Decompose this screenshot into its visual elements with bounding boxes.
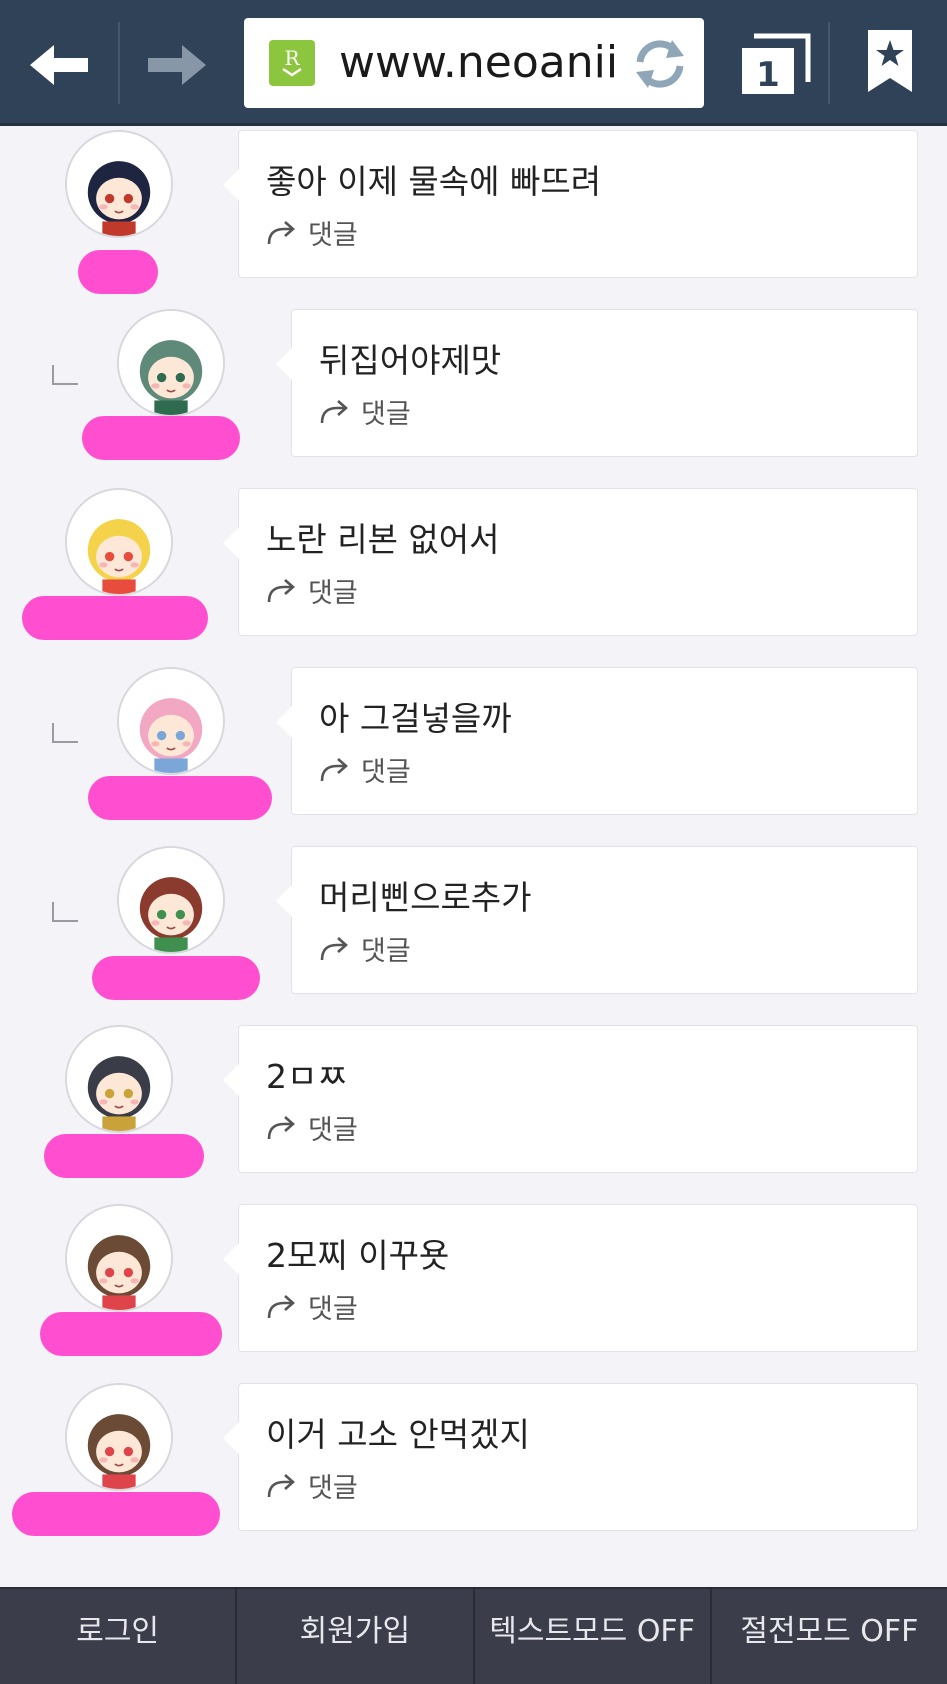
reply-label: 댓글 — [308, 220, 358, 251]
reply-button[interactable]: 댓글 — [266, 1287, 358, 1326]
comment-text: 좋아 이제 물속에 빠뜨려 — [266, 162, 602, 201]
reply-button[interactable]: 댓글 — [266, 1466, 358, 1505]
comment-bubble: 뒤집어야제맛댓글 — [276, 309, 918, 457]
url-text[interactable]: www.neoanii — [339, 36, 629, 90]
comment-bubble: 아 그걸넣을까댓글 — [276, 667, 918, 815]
reply-comment: 뒤집어야제맛댓글 — [0, 305, 947, 484]
rss-icon: R — [269, 40, 315, 86]
divider — [828, 22, 830, 104]
comment-text: 2ㅁㅉ — [266, 1057, 348, 1096]
comment-bubble: 좋아 이제 물속에 빠뜨려댓글 — [223, 130, 918, 278]
comment-text: 노란 리본 없어서 — [266, 520, 500, 559]
username-redaction — [78, 250, 158, 294]
reply-button[interactable]: 댓글 — [266, 213, 358, 252]
comment: 좋아 이제 물속에 빠뜨려댓글 — [0, 126, 947, 305]
username-redaction — [92, 956, 260, 1000]
comment-bubble: 2모찌 이꾸욧댓글 — [223, 1204, 918, 1352]
address-bar[interactable]: R www.neoanii — [244, 18, 704, 108]
username-redaction — [12, 1492, 220, 1536]
bottom-menu-bar: 로그인 회원가입 텍스트모드 OFF 절전모드 OFF — [0, 1587, 947, 1684]
comment-text: 뒤집어야제맛 — [319, 341, 502, 380]
reply-label: 댓글 — [308, 1473, 358, 1504]
reply-indent-icon — [52, 902, 78, 922]
back-arrow-icon — [30, 45, 88, 85]
reply-arrow-icon — [267, 578, 295, 602]
avatar[interactable] — [117, 846, 225, 954]
reply-label: 댓글 — [308, 1294, 358, 1325]
comment-text: 이거 고소 안먹겠지 — [266, 1415, 530, 1454]
reply-arrow-icon — [267, 1294, 295, 1318]
reply-button[interactable]: 댓글 — [319, 392, 411, 431]
reply-comment: 아 그걸넣을까댓글 — [0, 663, 947, 842]
reply-indent-icon — [52, 365, 78, 385]
browser-toolbar: R www.neoanii 1 — [0, 0, 947, 126]
bookmark-star-icon — [868, 30, 912, 92]
reply-comment: 머리삔으로추가댓글 — [0, 842, 947, 1021]
avatar[interactable] — [65, 488, 173, 596]
comment-text: 머리삔으로추가 — [319, 878, 532, 917]
comment-bubble: 머리삔으로추가댓글 — [276, 846, 918, 994]
divider — [118, 22, 120, 104]
signup-button[interactable]: 회원가입 — [237, 1589, 475, 1684]
avatar[interactable] — [65, 1204, 173, 1312]
username-redaction — [44, 1134, 204, 1178]
comment: 2모찌 이꾸욧댓글 — [0, 1200, 947, 1379]
reply-arrow-icon — [320, 399, 348, 423]
comment: 노란 리본 없어서댓글 — [0, 484, 947, 663]
avatar[interactable] — [117, 309, 225, 417]
reply-button[interactable]: 댓글 — [319, 929, 411, 968]
reply-label: 댓글 — [361, 399, 411, 430]
login-button[interactable]: 로그인 — [0, 1589, 238, 1684]
power-save-toggle[interactable]: 절전모드 OFF — [712, 1589, 947, 1684]
comment: 2ㅁㅉ 댓글 — [0, 1021, 947, 1200]
forward-arrow-icon — [148, 45, 206, 85]
refresh-icon[interactable] — [628, 32, 692, 96]
forward-button[interactable] — [126, 20, 226, 110]
reply-arrow-icon — [267, 1473, 295, 1497]
reply-button[interactable]: 댓글 — [266, 1108, 358, 1147]
reply-arrow-icon — [320, 936, 348, 960]
bookmark-button[interactable] — [858, 26, 922, 96]
back-button[interactable] — [10, 20, 110, 110]
comment-bubble: 2ㅁㅉ 댓글 — [223, 1025, 918, 1173]
comment-text: 2모찌 이꾸욧 — [266, 1236, 450, 1275]
avatar[interactable] — [65, 1025, 173, 1133]
text-mode-toggle[interactable]: 텍스트모드 OFF — [475, 1589, 712, 1684]
avatar[interactable] — [65, 130, 173, 238]
username-redaction — [82, 416, 240, 460]
reply-arrow-icon — [267, 220, 295, 244]
tabs-icon: 1 — [742, 33, 811, 95]
reply-label: 댓글 — [361, 757, 411, 788]
reply-arrow-icon — [267, 1115, 295, 1139]
tab-count: 1 — [756, 55, 780, 95]
reply-button[interactable]: 댓글 — [319, 750, 411, 789]
comment-bubble: 이거 고소 안먹겠지댓글 — [223, 1383, 918, 1531]
reply-button[interactable]: 댓글 — [266, 571, 358, 610]
reply-indent-icon — [52, 723, 78, 743]
username-redaction — [88, 776, 272, 820]
username-redaction — [40, 1312, 222, 1356]
reply-label: 댓글 — [361, 936, 411, 967]
reply-arrow-icon — [320, 757, 348, 781]
username-redaction — [22, 596, 208, 640]
avatar[interactable] — [117, 667, 225, 775]
avatar[interactable] — [65, 1383, 173, 1491]
reply-label: 댓글 — [308, 578, 358, 609]
comment: 이거 고소 안먹겠지댓글 — [0, 1379, 947, 1558]
reply-label: 댓글 — [308, 1115, 358, 1146]
comment-text: 아 그걸넣을까 — [319, 699, 512, 738]
comment-bubble: 노란 리본 없어서댓글 — [223, 488, 918, 636]
tabs-button[interactable]: 1 — [736, 24, 816, 104]
